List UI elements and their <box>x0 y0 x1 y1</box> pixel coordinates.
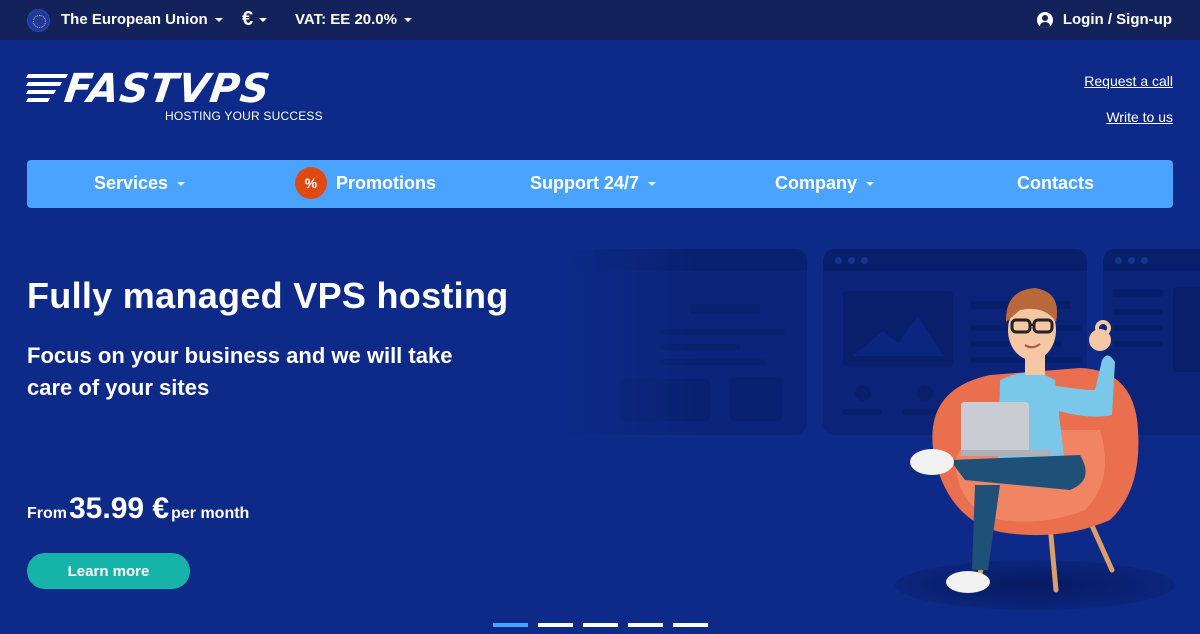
nav-support[interactable]: Support 24/7 <box>530 173 657 194</box>
price-suffix: per month <box>171 505 250 522</box>
nav-label: Support 24/7 <box>530 173 640 193</box>
speed-lines-icon <box>25 74 69 106</box>
nav-services[interactable]: Services <box>94 173 186 194</box>
vat-selector[interactable]: VAT: EE 20.0% <box>295 11 412 28</box>
price-amount: 35.99 € <box>69 492 170 525</box>
fastvps-logo[interactable]: FASTVPS HOSTING YOUR SUCCESS <box>25 66 329 124</box>
price-prefix: From <box>27 505 67 522</box>
main-nav: Services % Promotions Support 24/7 Compa… <box>27 160 1173 208</box>
nav-company[interactable]: Company <box>775 173 875 194</box>
nav-label: Contacts <box>1017 173 1095 193</box>
nav-contacts[interactable]: Contacts <box>1017 173 1094 194</box>
currency-selector[interactable]: € <box>242 8 268 31</box>
nav-label: Services <box>94 173 169 193</box>
write-to-us-link[interactable]: Write to us <box>1106 109 1173 125</box>
region-label: The European Union <box>61 11 208 28</box>
login-label: Login / Sign-up <box>1062 11 1172 28</box>
learn-more-button[interactable]: Learn more <box>27 553 190 589</box>
man-in-armchair-illustration <box>910 288 1139 593</box>
nav-label: Promotions <box>336 172 437 193</box>
chevron-down-icon <box>866 181 875 186</box>
currency-label: € <box>242 8 254 30</box>
chevron-down-icon <box>259 17 268 22</box>
chevron-down-icon <box>177 181 186 186</box>
hero-title: Fully managed VPS hosting <box>27 275 509 316</box>
vat-label: VAT: EE 20.0% <box>295 11 397 28</box>
slide-indicator-4[interactable] <box>628 623 663 627</box>
nav-label: Company <box>775 173 858 193</box>
user-icon <box>1036 11 1053 28</box>
nav-promotions[interactable]: % Promotions <box>297 169 436 197</box>
slider-indicators <box>493 623 708 627</box>
price: From 35.99 € per month <box>27 492 249 526</box>
slide-indicator-5[interactable] <box>673 623 708 627</box>
chevron-down-icon <box>648 181 657 186</box>
slide-indicator-3[interactable] <box>583 623 618 627</box>
region-selector[interactable]: The European Union <box>61 11 223 28</box>
chevron-down-icon <box>403 17 412 22</box>
slide-indicator-2[interactable] <box>538 623 573 627</box>
slide-indicator-1[interactable] <box>493 623 528 627</box>
eu-flag-icon <box>27 9 50 32</box>
top-bar: The European Union € VAT: EE 20.0% Login… <box>0 0 1200 40</box>
brand-tagline: HOSTING YOUR SUCCESS <box>165 109 323 123</box>
request-call-link[interactable]: Request a call <box>1084 73 1173 89</box>
chevron-down-icon <box>214 17 223 22</box>
brand-wordmark: FASTVPS <box>61 66 274 112</box>
login-button[interactable]: Login / Sign-up <box>1036 11 1172 28</box>
hero-subtitle: Focus on your business and we will take … <box>27 343 453 400</box>
browser-mockup-illustration <box>560 249 807 435</box>
percent-badge-icon: % <box>297 169 325 197</box>
